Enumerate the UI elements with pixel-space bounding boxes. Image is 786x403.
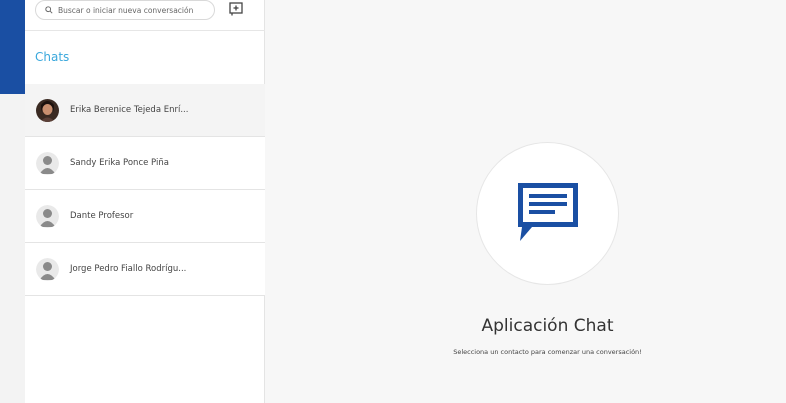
default-user-avatar (36, 257, 59, 281)
chats-heading: Chats (35, 50, 70, 64)
chat-item[interactable]: Jorge Pedro Fiallo Rodrígu... (25, 243, 265, 296)
chat-item[interactable]: Dante Profesor (25, 190, 265, 243)
chat-bubble-icon (514, 179, 582, 249)
search-bar-row (25, 0, 265, 31)
chat-contact-name: Erika Berenice Tejeda Enrí... (70, 105, 189, 115)
chat-contact-name: Sandy Erika Ponce Piña (70, 158, 169, 168)
chat-contact-name: Jorge Pedro Fiallo Rodrígu... (70, 264, 187, 274)
new-chat-button[interactable] (228, 1, 244, 20)
search-box[interactable] (35, 0, 215, 20)
chat-sidebar: Chats Erika Berenice Tejeda Enrí... (25, 0, 265, 403)
default-user-avatar (36, 151, 59, 175)
search-icon (42, 6, 56, 14)
blue-side-tab (0, 0, 25, 94)
chat-contact-name: Dante Profesor (70, 211, 134, 221)
chat-list: Erika Berenice Tejeda Enrí... Sandy Erik… (25, 84, 265, 296)
left-edge-strip (0, 0, 25, 403)
new-chat-icon (229, 1, 243, 20)
app-title: Aplicación Chat (481, 316, 614, 336)
app-logo-circle (476, 142, 619, 285)
chat-item[interactable]: Sandy Erika Ponce Piña (25, 137, 265, 190)
app-subtitle: Selecciona un contacto para comenzar una… (453, 348, 642, 356)
photo-avatar (36, 98, 59, 122)
search-input[interactable] (56, 5, 208, 15)
default-user-avatar (36, 204, 59, 228)
chat-item[interactable]: Erika Berenice Tejeda Enrí... (25, 84, 265, 137)
main-panel: Aplicación Chat Selecciona un contacto p… (266, 0, 786, 403)
